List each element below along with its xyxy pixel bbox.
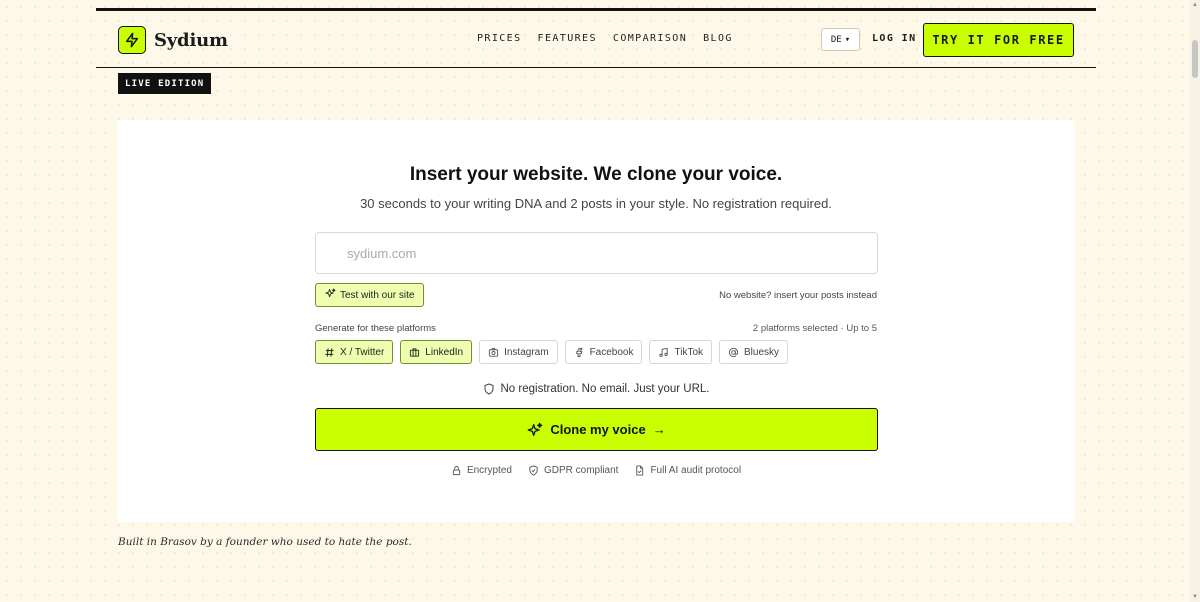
platform-chip-label: X / Twitter xyxy=(340,346,385,358)
trust-gdpr: GDPR compliant xyxy=(528,465,618,476)
platforms-label: Generate for these platforms xyxy=(315,323,436,334)
website-url-input[interactable] xyxy=(315,232,878,274)
try-free-button[interactable]: TRY IT FOR FREE xyxy=(923,23,1074,57)
no-registration-note: No registration. No email. Just your URL… xyxy=(118,383,1074,395)
caret-down-icon: ▾ xyxy=(844,34,851,45)
arrow-right-icon: → xyxy=(652,422,666,437)
shield-icon xyxy=(484,383,493,395)
platform-chip-linkedin[interactable]: LinkedIn xyxy=(400,340,473,364)
briefcase-icon xyxy=(410,347,420,357)
platform-chip-label: Bluesky xyxy=(744,346,780,358)
nav-blog[interactable]: BLOG xyxy=(703,33,733,44)
scroll-thumb[interactable] xyxy=(1192,40,1198,78)
edition-badge: LIVE EDITION xyxy=(118,73,212,94)
music-note-icon xyxy=(659,347,669,357)
platform-chips: X / Twitter LinkedIn Instagram Facebook … xyxy=(315,340,789,364)
hash-icon xyxy=(325,347,334,357)
page-title: Insert your website. We clone your voice… xyxy=(409,164,783,185)
platform-chip-instagram[interactable]: Instagram xyxy=(479,340,558,364)
trust-encrypted: Encrypted xyxy=(451,465,512,476)
trust-label: GDPR compliant xyxy=(543,465,619,476)
at-icon xyxy=(728,347,739,357)
clone-button-label: Clone my voice xyxy=(550,422,646,437)
sparkle-icon xyxy=(325,288,336,302)
sparkle-icon xyxy=(527,422,543,436)
test-with-our-site-button[interactable]: Test with our site xyxy=(315,283,425,307)
scroll-up-icon[interactable]: ▲ xyxy=(1192,2,1198,8)
main-nav: PRICES FEATURES COMPARISON BLOG xyxy=(477,33,733,44)
clone-my-voice-button[interactable]: Clone my voice → xyxy=(315,408,878,451)
nav-comparison[interactable]: COMPARISON xyxy=(613,33,687,44)
language-value: DE xyxy=(830,34,842,45)
platform-chip-label: Facebook xyxy=(589,346,634,358)
no-registration-text: No registration. No email. Just your URL… xyxy=(500,383,710,395)
site-header: Sydium PRICES FEATURES COMPARISON BLOG D… xyxy=(96,11,1096,68)
platform-chip-bluesky[interactable]: Bluesky xyxy=(719,340,789,364)
trust-badges: Encrypted GDPR compliant Full AI audit p… xyxy=(118,465,1074,476)
bolt-icon xyxy=(118,26,146,54)
platform-chip-label: TikTok xyxy=(674,346,704,358)
trust-audit: Full AI audit protocol xyxy=(634,465,741,476)
language-select[interactable]: DE ▾ xyxy=(821,28,860,51)
shield-check-icon xyxy=(529,465,538,476)
hero-card: Insert your website. We clone your voice… xyxy=(118,120,1074,522)
insert-posts-link[interactable]: No website? insert your posts instead xyxy=(719,290,877,301)
lock-icon xyxy=(452,465,461,476)
platform-chip-label: Instagram xyxy=(504,346,549,358)
nav-prices[interactable]: PRICES xyxy=(477,33,522,44)
login-link[interactable]: LOG IN xyxy=(872,33,917,44)
platform-chip-x-twitter[interactable]: X / Twitter xyxy=(315,340,394,364)
facebook-icon xyxy=(575,347,582,357)
platforms-count: 2 platforms selected · Up to 5 xyxy=(752,323,877,334)
platform-chip-facebook[interactable]: Facebook xyxy=(564,340,643,364)
scroll-down-icon[interactable]: ▼ xyxy=(1192,594,1198,600)
footer-tagline: Built in Brasov by a founder who used to… xyxy=(118,536,412,548)
platform-chip-label: LinkedIn xyxy=(425,346,464,358)
brand-name: Sydium xyxy=(154,29,228,51)
page-subtitle: 30 seconds to your writing DNA and 2 pos… xyxy=(360,196,832,211)
platform-chip-tiktok[interactable]: TikTok xyxy=(649,340,713,364)
logo[interactable]: Sydium xyxy=(118,26,228,54)
trust-label: Full AI audit protocol xyxy=(650,465,742,476)
camera-icon xyxy=(489,347,499,357)
nav-features[interactable]: FEATURES xyxy=(538,33,597,44)
page-scrollbar[interactable]: ▲ ▼ xyxy=(1190,0,1200,602)
trust-label: Encrypted xyxy=(466,465,512,476)
document-check-icon xyxy=(636,465,644,476)
test-button-label: Test with our site xyxy=(340,289,415,301)
